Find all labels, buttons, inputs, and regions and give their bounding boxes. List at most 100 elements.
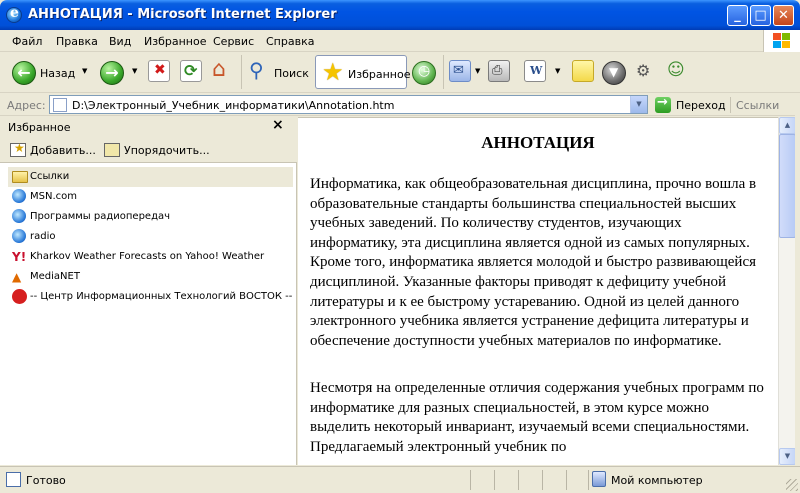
favorites-item-radio[interactable]: radio (8, 227, 293, 247)
address-dropdown-icon[interactable]: ▼ (630, 96, 647, 113)
back-button[interactable]: ← (12, 61, 36, 85)
print-button[interactable]: ⎙ (488, 60, 510, 82)
mail-button[interactable]: ✉ (449, 60, 471, 82)
maximize-icon: □ (754, 8, 767, 23)
folder-icon (12, 171, 28, 183)
minimize-button[interactable]: _ (727, 5, 748, 26)
organize-favorites-label: Упорядочить... (124, 144, 210, 157)
maximize-button[interactable]: □ (750, 5, 771, 26)
vertical-scrollbar[interactable]: ▲ ▼ (778, 117, 796, 465)
favorites-item-label: -- Центр Информационных Технологий ВОСТО… (30, 291, 293, 302)
research-button[interactable]: ▼ (602, 61, 626, 85)
go-button[interactable]: Переход (676, 99, 726, 112)
status-bar: Готово Мой компьютер (0, 466, 800, 493)
favorites-item-links[interactable]: Ссылки (8, 167, 293, 187)
scroll-up-icon[interactable]: ▲ (779, 117, 796, 134)
address-input[interactable]: D:\Электронный_Учебник_информатики\Annot… (49, 95, 648, 114)
star-icon: ★ (322, 58, 344, 86)
resize-grip[interactable] (786, 479, 798, 491)
window-title: АННОТАЦИЯ - Microsoft Internet Explorer (28, 7, 337, 22)
discuss-button[interactable] (572, 60, 594, 82)
favorites-list: Ссылки MSN.com Программы радиопередач ra… (8, 167, 293, 307)
search-icon: ⚲ (249, 58, 264, 82)
favorites-item-radio-programs[interactable]: Программы радиопередач (8, 207, 293, 227)
favorites-pane: Избранное × ★ Добавить... Упорядочить...… (0, 117, 297, 465)
favorites-button[interactable]: ★ Избранное (315, 55, 411, 89)
history-button[interactable]: ◷ (412, 61, 436, 85)
status-separator (542, 470, 543, 490)
favorites-item-label: MediaNET (30, 271, 80, 282)
toolbar: ← Назад ▼ → ▼ ✖ ⟳ ⌂ ⚲ Поиск ★ Избранное … (0, 53, 800, 93)
ie-logo-icon (6, 5, 22, 23)
toolbar-separator (241, 55, 242, 89)
forward-dropdown-icon[interactable]: ▼ (132, 67, 137, 75)
favorites-item-label: MSN.com (30, 191, 77, 202)
document-title: АННОТАЦИЯ (481, 133, 595, 152)
links-button[interactable]: Ссылки (736, 99, 779, 112)
windows-flag-icon (773, 33, 791, 49)
medianet-icon: ▲ (12, 270, 22, 284)
mail-dropdown-icon[interactable]: ▼ (475, 67, 480, 75)
messenger-button[interactable]: ☺ (666, 60, 688, 82)
page-icon (53, 98, 67, 112)
close-icon: ✕ (778, 8, 789, 23)
close-button[interactable]: ✕ (773, 5, 794, 26)
research-icon: ▼ (609, 65, 619, 79)
favorites-item-kharkov-weather[interactable]: Y! Kharkov Weather Forecasts on Yahoo! W… (8, 247, 293, 267)
printer-icon: ⎙ (492, 63, 503, 78)
menu-tools[interactable]: Сервис (213, 35, 254, 48)
forward-button[interactable]: → (100, 61, 124, 85)
back-label[interactable]: Назад (40, 67, 75, 80)
menu-file[interactable]: Файл (12, 35, 42, 48)
vostok-icon (12, 289, 27, 304)
favorites-header: Избранное × (0, 117, 297, 137)
refresh-icon: ⟳ (184, 61, 198, 80)
ie-page-icon (12, 209, 26, 223)
arrow-right-icon: → (105, 63, 119, 82)
home-icon: ⌂ (212, 57, 226, 82)
address-value[interactable]: D:\Электронный_Учебник_информатики\Annot… (72, 99, 394, 112)
home-button[interactable]: ⌂ (211, 57, 233, 82)
favorites-item-medianet[interactable]: ▲ MediaNET (8, 267, 293, 287)
menu-help[interactable]: Справка (266, 35, 314, 48)
ie-page-icon (12, 189, 26, 203)
go-arrow-icon[interactable] (655, 95, 671, 113)
address-bar: Адрес: D:\Электронный_Учебник_информатик… (0, 94, 800, 116)
stop-button[interactable]: ✖ (148, 60, 170, 82)
favorites-item-vostok[interactable]: -- Центр Информационных Технологий ВОСТО… (8, 287, 293, 307)
window-border (795, 94, 800, 466)
status-separator (566, 470, 567, 490)
organize-favorites-icon (104, 143, 120, 157)
messenger-tool-button[interactable]: ⚙ (634, 60, 656, 82)
document-paragraph-1: Информатика, как общеобразовательная дис… (310, 176, 757, 349)
messenger-icon: ☺ (667, 60, 685, 80)
yahoo-icon: Y! (12, 250, 27, 264)
favorites-actions: ★ Добавить... Упорядочить... (0, 137, 297, 163)
minimize-icon: _ (734, 8, 741, 23)
favorites-close-icon[interactable]: × (272, 117, 284, 133)
menu-edit[interactable]: Правка (56, 35, 98, 48)
search-label[interactable]: Поиск (274, 67, 309, 80)
add-favorite-icon: ★ (10, 141, 26, 157)
address-label: Адрес: (7, 99, 46, 112)
favorites-item-label: Ссылки (30, 171, 70, 182)
favorites-pane-title: Избранное (8, 121, 71, 134)
edit-dropdown-icon[interactable]: ▼ (555, 67, 560, 75)
mail-icon: ✉ (453, 63, 464, 78)
back-dropdown-icon[interactable]: ▼ (82, 67, 87, 75)
favorites-item-label: radio (30, 231, 56, 242)
favorites-item-msn[interactable]: MSN.com (8, 187, 293, 207)
scroll-thumb[interactable] (779, 134, 796, 238)
search-button[interactable]: ⚲ (248, 58, 270, 82)
menu-view[interactable]: Вид (109, 35, 131, 48)
add-favorite-label: Добавить... (30, 144, 96, 157)
my-computer-icon (592, 471, 606, 487)
refresh-button[interactable]: ⟳ (180, 60, 202, 82)
menu-favorites[interactable]: Избранное (144, 35, 206, 48)
address-separator (730, 97, 731, 113)
scroll-down-icon[interactable]: ▼ (779, 448, 796, 465)
favorites-label: Избранное (348, 68, 411, 81)
arrow-left-icon: ← (17, 63, 31, 82)
edit-button[interactable]: W (524, 60, 546, 82)
tools-icon: ⚙ (636, 61, 651, 80)
